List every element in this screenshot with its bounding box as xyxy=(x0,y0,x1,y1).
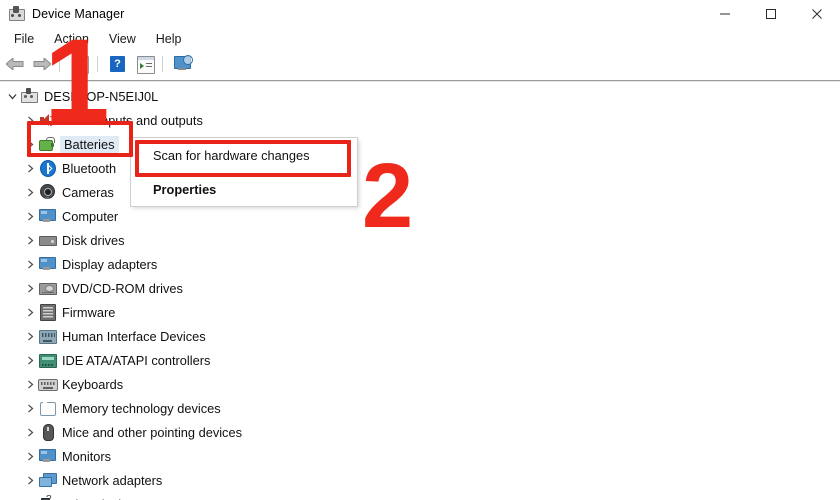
memory-device-icon xyxy=(38,399,56,417)
tree-item-label: Firmware xyxy=(62,304,116,320)
toolbar-divider-light xyxy=(0,81,840,82)
tree-item-hid[interactable]: Human Interface Devices xyxy=(0,324,840,348)
chevron-right-icon[interactable] xyxy=(22,396,38,420)
annotation-box-scan xyxy=(135,140,351,177)
chevron-right-icon[interactable] xyxy=(22,276,38,300)
chevron-right-icon[interactable] xyxy=(22,204,38,228)
chevron-down-icon[interactable] xyxy=(4,84,20,108)
hid-icon xyxy=(38,327,57,345)
tree-item-cameras[interactable]: Cameras xyxy=(0,180,840,204)
tree-item-label: Network adapters xyxy=(62,472,163,488)
tree-item-other-devices[interactable]: ? Other devices xyxy=(0,492,840,500)
maximize-button[interactable] xyxy=(748,0,794,28)
tree-item-computer[interactable]: Computer xyxy=(0,204,840,228)
monitor-icon xyxy=(38,447,56,465)
keyboard-icon xyxy=(38,375,58,393)
monitor-icon xyxy=(38,207,56,225)
chevron-right-icon[interactable] xyxy=(22,228,38,252)
show-hidden-devices-icon[interactable] xyxy=(133,52,157,76)
annotation-number-2: 2 xyxy=(362,145,414,247)
device-manager-window: Device Manager File Action View Help ? D… xyxy=(0,0,840,500)
other-devices-icon: ? xyxy=(38,495,56,500)
tree-item-disk-drives[interactable]: Disk drives xyxy=(0,228,840,252)
chevron-right-icon[interactable] xyxy=(22,156,38,180)
tree-item-dvd-drives[interactable]: DVD/CD-ROM drives xyxy=(0,276,840,300)
annotation-number-1: 1 xyxy=(44,15,110,147)
firmware-icon xyxy=(38,303,56,321)
chevron-right-icon[interactable] xyxy=(22,348,38,372)
chevron-right-icon[interactable] xyxy=(22,180,38,204)
tree-item-label: IDE ATA/ATAPI controllers xyxy=(62,352,211,368)
tree-item-monitors[interactable]: Monitors xyxy=(0,444,840,468)
window-controls xyxy=(702,0,840,28)
close-button[interactable] xyxy=(794,0,840,28)
menu-help[interactable]: Help xyxy=(146,30,192,48)
tree-item-label: Bluetooth xyxy=(62,160,117,176)
chevron-right-icon[interactable] xyxy=(22,252,38,276)
menu-bar: File Action View Help xyxy=(0,28,840,50)
chevron-right-icon[interactable] xyxy=(22,372,38,396)
tree-item-memory-technology[interactable]: Memory technology devices xyxy=(0,396,840,420)
tree-item-mice[interactable]: Mice and other pointing devices xyxy=(0,420,840,444)
tree-item-label: Computer xyxy=(62,208,119,224)
camera-icon xyxy=(38,183,56,201)
tree-item-label: Keyboards xyxy=(62,376,124,392)
scan-hardware-icon[interactable] xyxy=(171,52,195,76)
toolbar-separator xyxy=(162,56,163,72)
network-adapter-icon xyxy=(38,471,57,489)
chevron-right-icon[interactable] xyxy=(22,300,38,324)
title-bar: Device Manager xyxy=(0,0,840,28)
dvd-drive-icon xyxy=(38,279,57,297)
back-icon[interactable] xyxy=(3,52,27,76)
device-manager-icon xyxy=(8,6,25,22)
tree-root-item[interactable]: DESKTOP-N5EIJ0L xyxy=(0,84,840,108)
toolbar: ? xyxy=(0,50,840,78)
chevron-right-icon[interactable] xyxy=(22,444,38,468)
tree-item-label: Disk drives xyxy=(62,232,125,248)
tree-item-label: Display adapters xyxy=(62,256,158,272)
context-menu-item-properties[interactable]: Properties xyxy=(131,172,357,206)
menu-file[interactable]: File xyxy=(4,30,44,48)
tree-item-label: Memory technology devices xyxy=(62,400,221,416)
chevron-down-icon[interactable] xyxy=(22,492,38,500)
ide-controller-icon xyxy=(38,351,57,369)
chevron-right-icon[interactable] xyxy=(22,420,38,444)
computer-icon xyxy=(20,87,38,105)
tree-item-label: Cameras xyxy=(62,184,114,200)
tree-item-label: Other devices xyxy=(62,497,141,500)
tree-item-label: Monitors xyxy=(62,448,112,464)
tree-item-bluetooth[interactable]: Bluetooth xyxy=(0,156,840,180)
tree-item-keyboards[interactable]: Keyboards xyxy=(0,372,840,396)
tree-item-label: Mice and other pointing devices xyxy=(62,424,242,440)
chevron-right-icon[interactable] xyxy=(22,324,38,348)
tree-item-firmware[interactable]: Firmware xyxy=(0,300,840,324)
tree-item-label: DVD/CD-ROM drives xyxy=(62,280,183,296)
tree-item-ide-controllers[interactable]: IDE ATA/ATAPI controllers xyxy=(0,348,840,372)
tree-item-display-adapters[interactable]: Display adapters xyxy=(0,252,840,276)
bluetooth-icon xyxy=(38,159,56,177)
disk-drive-icon xyxy=(38,231,57,249)
chevron-right-icon[interactable] xyxy=(22,468,38,492)
tree-item-label: Human Interface Devices xyxy=(62,328,206,344)
minimize-button[interactable] xyxy=(702,0,748,28)
display-adapter-icon xyxy=(38,255,56,273)
tree-item-network-adapters[interactable]: Network adapters xyxy=(0,468,840,492)
mouse-icon xyxy=(38,423,56,441)
